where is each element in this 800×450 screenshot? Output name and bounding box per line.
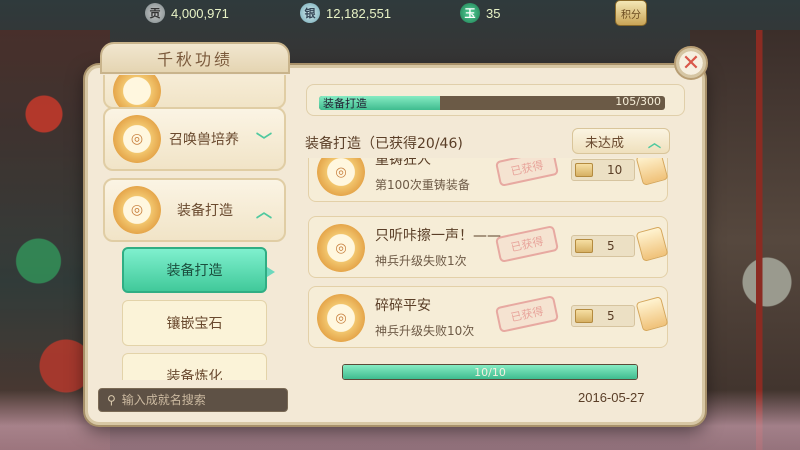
category-progress-text: 10/10 — [474, 366, 506, 379]
search-icon: ⚲ — [107, 393, 116, 407]
chevron-down-icon: ﹀ — [255, 131, 272, 150]
chevron-up-icon: ︿ — [647, 135, 661, 151]
close-button[interactable]: ✕ — [674, 46, 708, 80]
achievement-item: ◎ 重铸狂人 第100次重铸装备 已获得 10 — [308, 158, 669, 202]
reward-box: 5 — [571, 305, 635, 327]
status-filter-label: 未达成 — [585, 135, 625, 151]
achievement-desc: 第100次重铸装备 — [375, 178, 470, 192]
achievement-desc: 神兵升级失败1次 — [375, 254, 467, 268]
completion-date: 2016-05-27 — [578, 390, 645, 405]
category-item-partial[interactable] — [103, 75, 286, 115]
search-input[interactable] — [121, 393, 272, 407]
achievement-desc: 神兵升级失败10次 — [375, 324, 475, 338]
achievement-item: ◎ 碎碎平安 神兵升级失败10次 已获得 5 — [308, 286, 669, 348]
silver-coin-icon: 贡 — [145, 3, 165, 23]
score-button[interactable]: 积分 — [615, 0, 647, 26]
reward-box: 5 — [571, 235, 635, 257]
scroll-icon — [575, 239, 593, 253]
achievement-name: 只听咔擦一声！—— — [375, 228, 501, 244]
silver-value: 4,000,971 — [171, 5, 229, 21]
panel-title: 千秋功绩 — [100, 42, 290, 74]
reward-claim-icon[interactable] — [635, 296, 669, 332]
medal-icon: ◎ — [317, 294, 365, 342]
coins-value: 12,182,551 — [326, 5, 392, 21]
reward-box: 10 — [571, 159, 635, 181]
close-icon: ✕ — [681, 50, 701, 76]
category-item-pet-training[interactable]: ◎ 召唤兽培养 ﹀ — [103, 107, 286, 171]
scroll-icon — [575, 309, 593, 323]
reward-amount: 5 — [607, 309, 615, 323]
resource-bar: 贡 4,000,971 银 12,182,551 玉 35 积分 — [0, 0, 800, 30]
status-filter-button[interactable]: 未达成 ︿ — [572, 128, 670, 154]
subcategory-equipment-forging[interactable]: 装备打造 — [122, 247, 275, 293]
subcategory-gem-inlay[interactable]: 镶嵌宝石 — [122, 300, 267, 346]
subcategory-equipment-refine[interactable]: 装备炼化 — [122, 353, 267, 380]
overall-progress: 装备打造 105/300 — [306, 84, 685, 116]
background-scenery-right — [690, 30, 800, 450]
achievement-item: ◎ 只听咔擦一声！—— 神兵升级失败1次 已获得 5 — [308, 216, 669, 278]
obtained-stamp: 已获得 — [494, 158, 560, 187]
reward-amount: 10 — [607, 163, 623, 177]
reward-amount: 5 — [607, 239, 615, 253]
medal-icon: ◎ — [113, 186, 161, 234]
scroll-icon — [575, 163, 593, 177]
category-item-equipment-forging[interactable]: ◎ 装备打造 ︿ — [103, 178, 286, 242]
category-label: 装备打造 — [177, 203, 233, 219]
jade-resource: 玉 35 — [460, 3, 500, 23]
coins-resource: 银 12,182,551 — [300, 3, 391, 23]
medal-icon: ◎ — [317, 158, 365, 196]
reward-claim-icon[interactable] — [635, 158, 669, 186]
reward-claim-icon[interactable] — [635, 226, 669, 262]
overall-progress-bar: 装备打造 105/300 — [319, 96, 665, 110]
jade-value: 35 — [486, 5, 501, 21]
chevron-up-icon: ︿ — [255, 202, 272, 221]
search-field[interactable]: ⚲ — [98, 388, 288, 412]
section-title: 装备打造（已获得20/46) — [305, 136, 463, 152]
category-label: 召唤兽培养 — [169, 132, 239, 148]
achievement-list[interactable]: ◎ 重铸狂人 第100次重铸装备 已获得 10 ◎ 只听咔擦一声！—— 神兵升级… — [305, 158, 670, 358]
overall-progress-count: 105/300 — [615, 96, 661, 108]
jade-icon: 玉 — [460, 3, 480, 23]
obtained-stamp: 已获得 — [494, 225, 560, 263]
category-list[interactable]: ◎ 召唤兽培养 ﹀ ◎ 装备打造 ︿ 装备打造 镶嵌宝石 装备炼化 — [100, 75, 290, 380]
medal-icon: ◎ — [113, 115, 161, 163]
obtained-stamp: 已获得 — [494, 295, 560, 333]
silver-resource: 贡 4,000,971 — [145, 3, 229, 23]
achievement-name: 碎碎平安 — [375, 298, 431, 314]
category-progress-bar: 10/10 — [342, 364, 638, 380]
overall-progress-label: 装备打造 — [323, 97, 367, 110]
medal-icon: ◎ — [317, 224, 365, 272]
achievement-name: 重铸狂人 — [375, 158, 431, 168]
ingot-icon: 银 — [300, 3, 320, 23]
